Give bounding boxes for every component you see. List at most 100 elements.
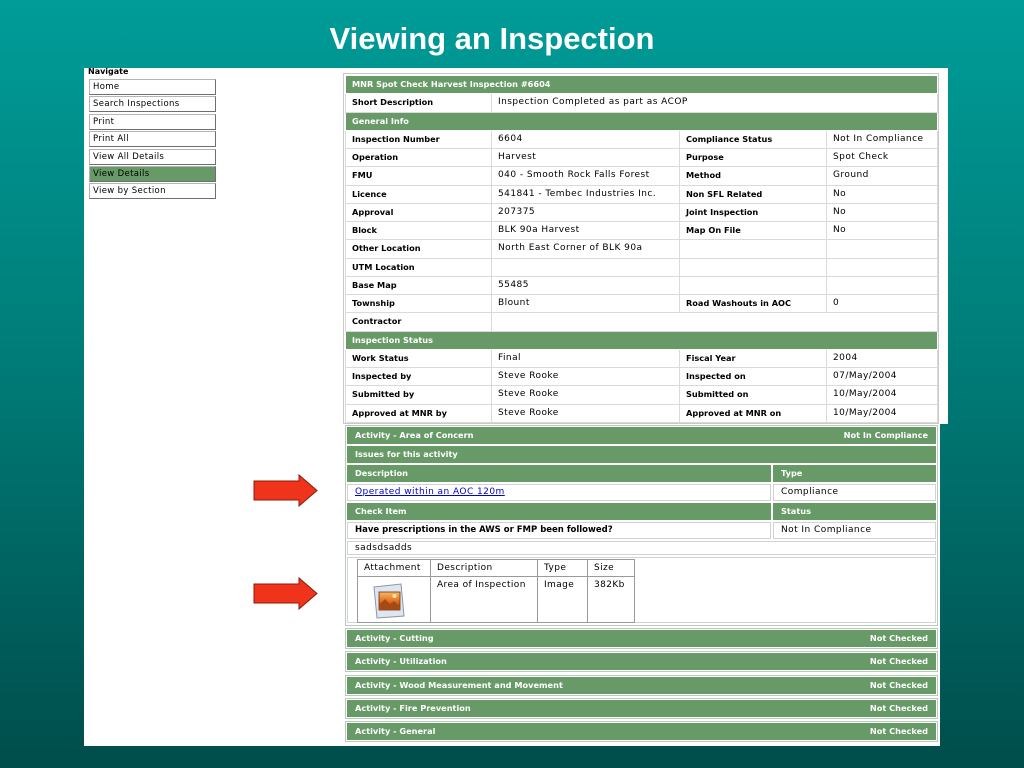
contractor-label: Contractor <box>345 312 492 332</box>
row-other-location: Other Location North East Corner of BLK … <box>345 239 939 259</box>
activity-fire-prevention: Activity - Fire Prevention Not Checked <box>345 698 938 719</box>
attachments-row: Attachment Description Type Size Area of… <box>347 557 936 623</box>
joint-inspection-value: No <box>825 202 939 223</box>
inspection-title: MNR Spot Check Harvest Inspection #6604 <box>344 74 939 95</box>
activity-header: Activity - General Not Checked <box>347 723 936 740</box>
row-licence: Licence 541841 - Tembec Industries Inc. … <box>345 184 939 204</box>
activity-cutting: Activity - Cutting Not Checked <box>345 628 938 649</box>
row-work-status: Work Status Final Fiscal Year 2004 <box>345 348 939 369</box>
approved-at-mnr-on-label: Approved at MNR on <box>679 403 827 423</box>
nav-heading: Navigate <box>88 67 129 76</box>
activity-status: Not Checked <box>869 656 928 666</box>
activity-general: Activity - General Not Checked <box>345 721 938 742</box>
activity-header: Activity - Area of Concern Not In Compli… <box>347 427 936 444</box>
row-utm-location: UTM Location <box>345 257 939 277</box>
operation-label: Operation <box>345 147 492 168</box>
image-file-icon[interactable] <box>371 583 407 619</box>
inspection-details-table: MNR Spot Check Harvest Inspection #6604 … <box>344 74 939 423</box>
issues-heading-bar: Issues for this activity <box>347 446 936 463</box>
attachment-column-header: Attachment <box>357 559 431 577</box>
nav-item-view-details[interactable]: View Details <box>89 165 216 182</box>
non-sfl-related-label: Non SFL Related <box>679 184 827 204</box>
compliance-status-label: Compliance Status <box>679 129 827 150</box>
activity-title: Activity - Fire Prevention <box>355 703 471 713</box>
nav-item-home[interactable]: Home <box>89 79 216 95</box>
app-panel-edge <box>940 68 948 424</box>
work-status-label: Work Status <box>345 348 492 369</box>
issues-heading: Issues for this activity <box>355 449 458 459</box>
base-map-label: Base Map <box>345 275 492 296</box>
arrow-right-icon <box>253 577 318 610</box>
road-washouts-label: Road Washouts in AOC <box>679 293 827 314</box>
approval-value: 207375 <box>491 202 680 223</box>
type-column-header: Type <box>537 559 588 577</box>
issue-row: Operated within an AOC 120m Compliance <box>347 484 936 501</box>
nav-item-print[interactable]: Print <box>89 113 216 130</box>
compliance-status-value: Not In Compliance <box>825 129 939 150</box>
activity-wood-measurement: Activity - Wood Measurement and Movement… <box>345 675 938 696</box>
licence-label: Licence <box>345 184 492 204</box>
empty-cell <box>825 275 939 296</box>
issue-description-link[interactable]: Operated within an AOC 120m <box>355 487 505 497</box>
inspection-title-row: MNR Spot Check Harvest Inspection #6604 <box>344 74 939 95</box>
attachments-table: Attachment Description Type Size Area of… <box>357 559 635 623</box>
check-comment: sadsdsadds <box>347 541 936 555</box>
activity-area-of-concern: Activity - Area of Concern Not In Compli… <box>345 425 938 626</box>
attachment-size: 382Kb <box>587 576 635 623</box>
attachments-header-row: Attachment Description Type Size <box>357 559 635 577</box>
inspection-status-heading: Inspection Status <box>344 330 939 350</box>
row-contractor: Contractor <box>345 312 939 332</box>
activity-header: Activity - Wood Measurement and Movement… <box>347 677 936 694</box>
nav-item-view-all-details[interactable]: View All Details <box>89 148 216 165</box>
attachment-row: Area of Inspection Image 382Kb <box>357 576 635 623</box>
inspected-by-value: Steve Rooke <box>491 366 680 387</box>
map-on-file-label: Map On File <box>679 220 827 241</box>
check-row: Have prescriptions in the AWS or FMP bee… <box>347 522 936 539</box>
activity-title: Activity - Area of Concern <box>355 430 474 440</box>
method-label: Method <box>679 166 827 186</box>
attachments-container: Attachment Description Type Size Area of… <box>347 557 936 623</box>
work-status-value: Final <box>491 348 680 369</box>
inspected-by-label: Inspected by <box>345 366 492 387</box>
activity-header: Activity - Utilization Not Checked <box>347 653 936 670</box>
section-header-inspection-status: Inspection Status <box>344 330 939 350</box>
joint-inspection-label: Joint Inspection <box>679 202 827 223</box>
empty-cell <box>679 239 827 259</box>
activity-status: Not Checked <box>869 633 928 643</box>
inspected-on-value: 07/May/2004 <box>825 366 939 387</box>
nav-item-view-by-section[interactable]: View by Section <box>89 183 216 200</box>
empty-cell <box>679 257 827 277</box>
method-value: Ground <box>825 166 939 186</box>
check-header-row: Check Item Status <box>347 503 936 520</box>
nav-item-search-inspections[interactable]: Search Inspections <box>89 96 216 113</box>
issue-type-column-header: Type <box>773 465 936 482</box>
row-approval: Approval 207375 Joint Inspection No <box>345 202 939 223</box>
activity-utilization: Activity - Utilization Not Checked <box>345 651 938 672</box>
base-map-value: 55485 <box>491 275 680 296</box>
activity-title: Activity - Cutting <box>355 633 434 643</box>
short-description-value: Inspection Completed as part as ACOP <box>490 93 939 113</box>
purpose-value: Spot Check <box>825 147 939 168</box>
check-status-column-header: Status <box>773 503 936 520</box>
fmu-label: FMU <box>345 166 492 186</box>
activity-status: Not Checked <box>869 680 928 690</box>
row-approved-at-mnr: Approved at MNR by Steve Rooke Approved … <box>345 403 939 423</box>
approval-label: Approval <box>345 202 492 223</box>
inspection-number-label: Inspection Number <box>345 129 492 150</box>
nav-item-print-all[interactable]: Print All <box>89 131 216 148</box>
utm-location-value <box>491 257 680 277</box>
general-info-heading: General Info <box>344 111 939 131</box>
map-on-file-value: No <box>825 220 939 241</box>
row-short-description: Short Description Inspection Completed a… <box>345 93 939 113</box>
submitted-on-value: 10/May/2004 <box>825 385 939 405</box>
arrow-right-icon <box>253 474 318 507</box>
inspection-number-value: 6604 <box>491 129 680 150</box>
row-operation: Operation Harvest Purpose Spot Check <box>345 147 939 168</box>
attachment-icon-cell <box>357 576 431 623</box>
inspected-on-label: Inspected on <box>679 366 827 387</box>
fiscal-year-value: 2004 <box>825 348 939 369</box>
township-value: Blount <box>491 293 680 314</box>
operation-value: Harvest <box>491 147 680 168</box>
issue-description-column-header: Description <box>347 465 771 482</box>
check-status-value: Not In Compliance <box>773 522 936 539</box>
